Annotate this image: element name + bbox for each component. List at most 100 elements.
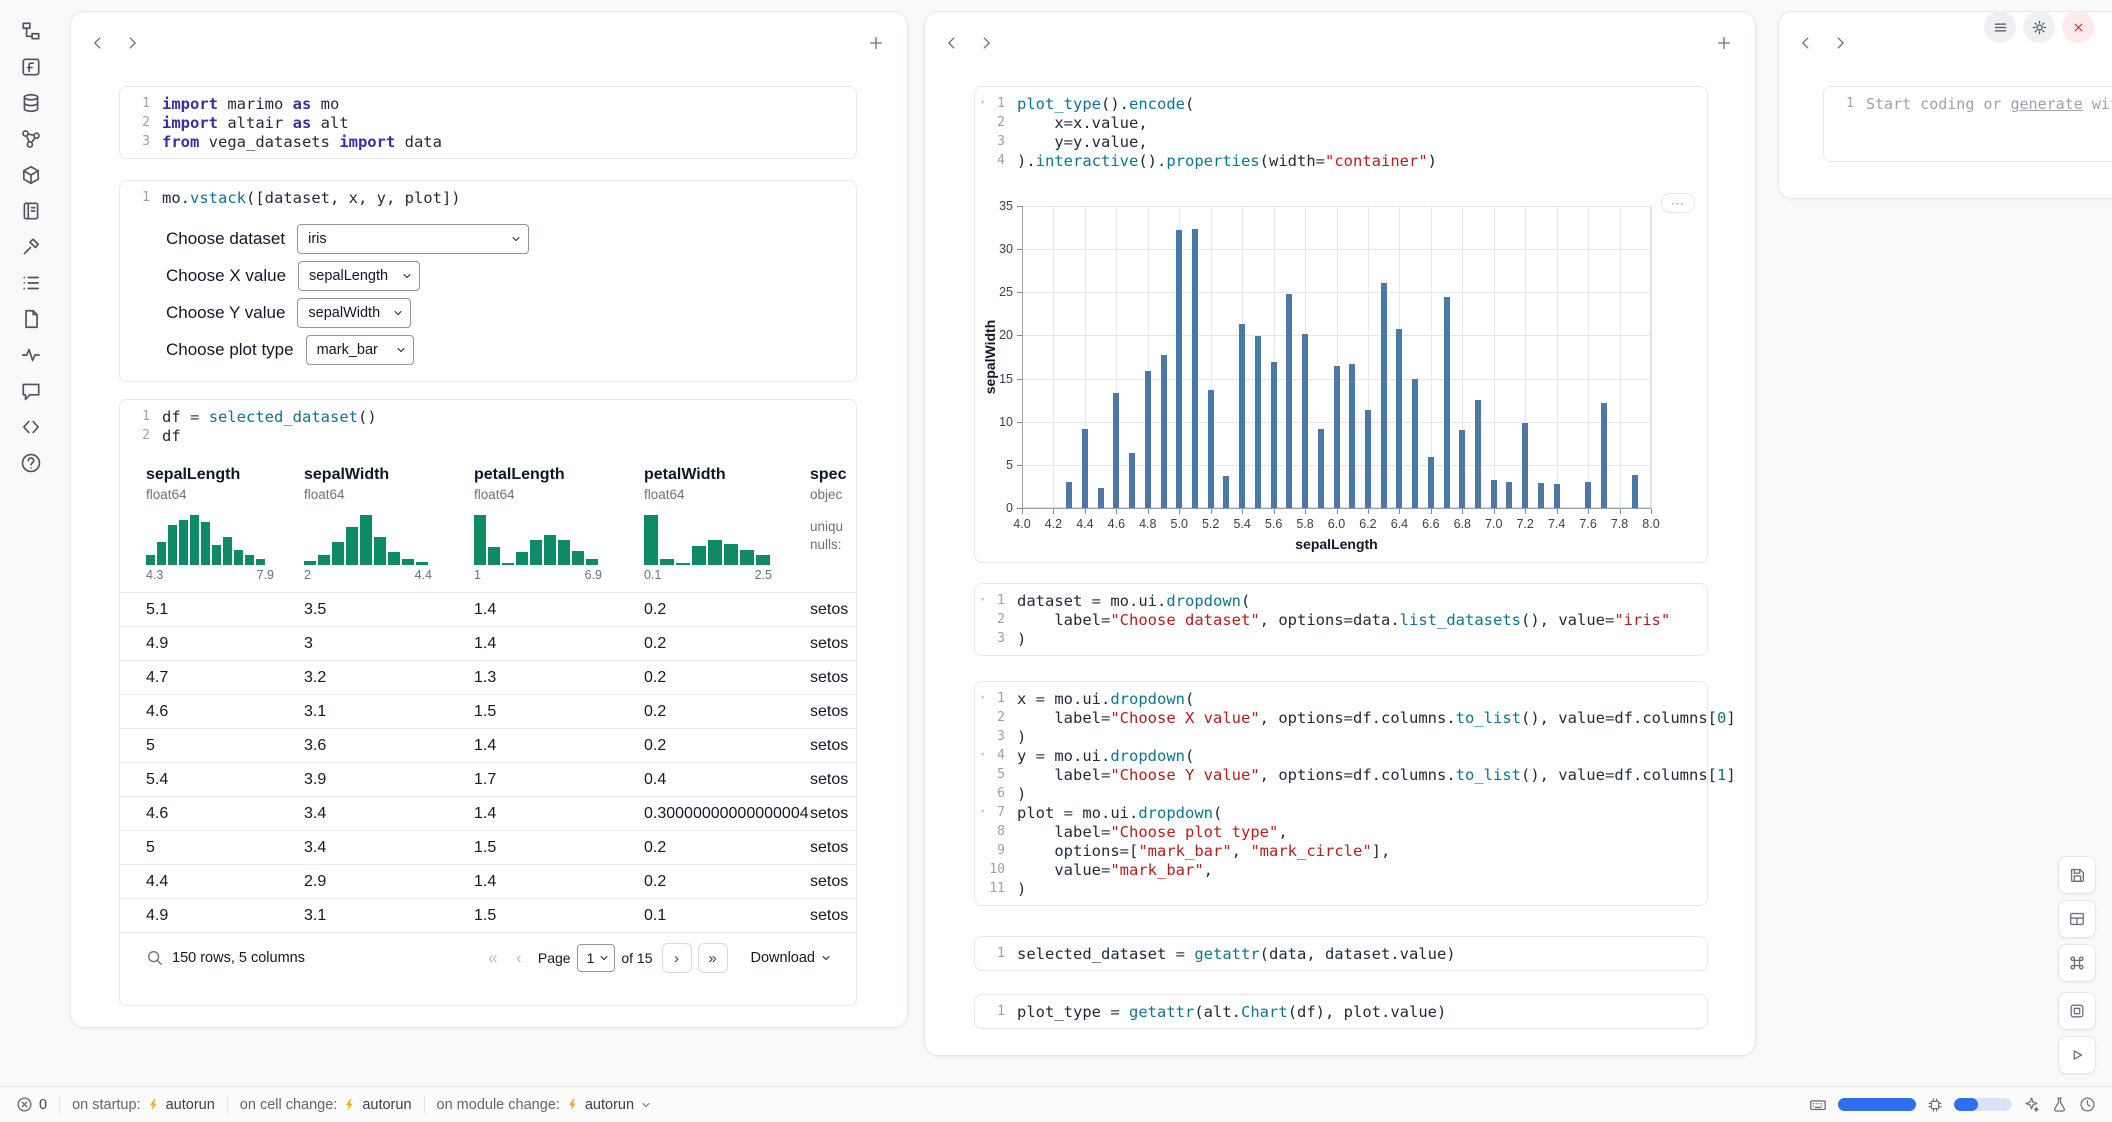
gridline xyxy=(1022,249,1651,250)
help-icon[interactable] xyxy=(20,452,42,474)
column-header-sepalLength[interactable]: sepalLengthfloat644.37.9 xyxy=(146,466,304,582)
code-editor[interactable]: 1df = selected_dataset()2df xyxy=(120,400,856,452)
x-tick xyxy=(1116,509,1117,514)
column-header-spec[interactable]: specobjecuniqunulls: xyxy=(810,466,856,582)
dropdown-choose-plot-type[interactable]: mark_bar xyxy=(306,335,414,365)
database-icon[interactable] xyxy=(20,92,42,114)
table-row[interactable]: 4.93.11.50.1setos xyxy=(120,898,856,932)
fold-marker[interactable]: ▾ xyxy=(980,807,985,817)
chart-more-options-button[interactable]: ⋯ xyxy=(1661,193,1695,213)
snippets-icon[interactable] xyxy=(20,416,42,438)
autorun-config-item[interactable]: on cell change:autorun xyxy=(240,1097,412,1113)
column-expand-right-icon[interactable] xyxy=(1831,34,1849,52)
dependency-graph-icon[interactable] xyxy=(20,128,42,150)
experiments-flask-icon[interactable] xyxy=(2051,1096,2068,1113)
line-number: 8 xyxy=(975,824,1017,839)
dropdown-choose-x-value[interactable]: sepalLength xyxy=(298,261,420,291)
keyboard-shortcuts-icon[interactable] xyxy=(1809,1096,1827,1114)
dropdown-choose-dataset[interactable]: iris xyxy=(297,224,529,254)
utilities-icon[interactable] xyxy=(20,236,42,258)
code-editor[interactable]: 1 Start coding or generate with AI xyxy=(1824,94,2112,113)
dropdown-choose-y-value[interactable]: sepalWidth xyxy=(297,298,411,328)
y-tick-label: 35 xyxy=(979,199,1013,213)
page-label: Page xyxy=(538,950,571,966)
column-collapse-left-icon[interactable] xyxy=(89,34,107,52)
table-row[interactable]: 4.42.91.40.2setos xyxy=(120,864,856,898)
table-row[interactable]: 53.41.50.2setos xyxy=(120,830,856,864)
errors-indicator[interactable]: 0 xyxy=(16,1096,47,1113)
activity-icon[interactable] xyxy=(20,344,42,366)
code-line: ▾1x = mo.ui.dropdown( xyxy=(975,689,1707,708)
last-page-button[interactable]: » xyxy=(698,943,728,973)
column-header-petalWidth[interactable]: petalWidthfloat640.12.5 xyxy=(644,466,810,582)
column-expand-right-icon[interactable] xyxy=(977,34,995,52)
recent-history-icon[interactable] xyxy=(2079,1096,2096,1113)
table-row[interactable]: 4.63.11.50.2setos xyxy=(120,694,856,728)
autorun-config-item[interactable]: on startup:autorun xyxy=(72,1097,215,1113)
download-button[interactable]: Download xyxy=(751,950,833,966)
histogram-bar xyxy=(402,559,414,565)
run-all-button[interactable] xyxy=(2058,1036,2096,1074)
panel-layout-button[interactable] xyxy=(2058,900,2096,938)
table-row[interactable]: 5.13.51.40.2setos xyxy=(120,592,856,626)
control-row: Choose plot typemark_bar xyxy=(166,335,856,365)
table-cell: 1.5 xyxy=(474,703,644,721)
fold-marker[interactable]: ▾ xyxy=(980,750,985,760)
sparkles-ai-icon[interactable] xyxy=(2023,1096,2040,1113)
chat-icon[interactable] xyxy=(20,380,42,402)
code-editor[interactable]: 1mo.vstack([dataset, x, y, plot]) xyxy=(120,181,856,214)
column-collapse-left-icon[interactable] xyxy=(943,34,961,52)
line-number: ▾7 xyxy=(975,805,1017,820)
settings-button[interactable] xyxy=(2023,11,2055,43)
add-cell-button[interactable] xyxy=(867,34,885,52)
table-cell: 0.4 xyxy=(644,771,810,789)
code-editor[interactable]: ▾1dataset = mo.ui.dropdown(2 label="Choo… xyxy=(975,584,1707,655)
document-icon[interactable] xyxy=(20,308,42,330)
functions-icon[interactable] xyxy=(20,56,42,78)
shutdown-button[interactable] xyxy=(2062,11,2094,43)
table-footer: 150 rows, 5 columns « ‹ Page 1 of 15 › »… xyxy=(120,932,856,983)
save-button[interactable] xyxy=(2058,856,2096,894)
code-editor[interactable]: ▾1x = mo.ui.dropdown(2 label="Choose X v… xyxy=(975,682,1707,905)
chart-bar xyxy=(1239,324,1245,508)
fold-marker[interactable]: ▾ xyxy=(980,693,985,703)
autorun-config-item[interactable]: on module change:autorun xyxy=(437,1097,653,1113)
table-row[interactable]: 53.61.40.2setos xyxy=(120,728,856,762)
search-icon[interactable] xyxy=(146,949,164,967)
code-editor[interactable]: ▾1plot_type().encode(2 x=x.value,3 y=y.v… xyxy=(975,87,1707,177)
generate-with-ai-link[interactable]: generate xyxy=(2011,95,2083,113)
prev-page-button[interactable]: ‹ xyxy=(506,948,532,968)
outline-icon[interactable] xyxy=(20,272,42,294)
page-select[interactable]: 1 xyxy=(577,944,616,972)
code-editor[interactable]: 1plot_type = getattr(alt.Chart(df), plot… xyxy=(975,995,1707,1028)
code-editor[interactable]: 1import marimo as mo2import altair as al… xyxy=(120,87,856,158)
menu-button[interactable] xyxy=(1984,11,2016,43)
table-cell: 4.9 xyxy=(146,907,304,925)
table-row[interactable]: 4.63.41.40.30000000000000004setos xyxy=(120,796,856,830)
notebook-icon[interactable] xyxy=(20,200,42,222)
table-row[interactable]: 4.73.21.30.2setos xyxy=(120,660,856,694)
column-header-sepalWidth[interactable]: sepalWidthfloat6424.4 xyxy=(304,466,474,582)
chevron-down-icon xyxy=(401,270,413,282)
package-icon[interactable] xyxy=(20,164,42,186)
x-tick xyxy=(1085,509,1086,514)
column-collapse-left-icon[interactable] xyxy=(1797,34,1815,52)
altair-bar-chart[interactable]: ⋯ sepalLength sepalWidth 4.04.24.44.64.8… xyxy=(975,193,1707,556)
code-editor[interactable]: 1selected_dataset = getattr(data, datase… xyxy=(975,937,1707,970)
table-cell: 0.2 xyxy=(644,703,810,721)
table-row[interactable]: 4.931.40.2setos xyxy=(120,626,856,660)
range-min: 0.1 xyxy=(644,568,661,582)
file-tree-icon[interactable] xyxy=(20,20,42,42)
fold-marker[interactable]: ▾ xyxy=(980,595,985,605)
histogram-bar xyxy=(660,559,674,565)
table-row[interactable]: 5.43.91.70.4setos xyxy=(120,762,856,796)
first-page-button[interactable]: « xyxy=(480,948,506,968)
fold-marker[interactable]: ▾ xyxy=(980,98,985,108)
next-page-button[interactable]: › xyxy=(662,943,692,973)
line-number: 2 xyxy=(120,428,162,443)
command-palette-button[interactable] xyxy=(2058,944,2096,982)
column-header-petalLength[interactable]: petalLengthfloat6416.9 xyxy=(474,466,644,582)
column-expand-right-icon[interactable] xyxy=(123,34,141,52)
app-view-button[interactable] xyxy=(2058,992,2096,1030)
add-cell-button[interactable] xyxy=(1715,34,1733,52)
